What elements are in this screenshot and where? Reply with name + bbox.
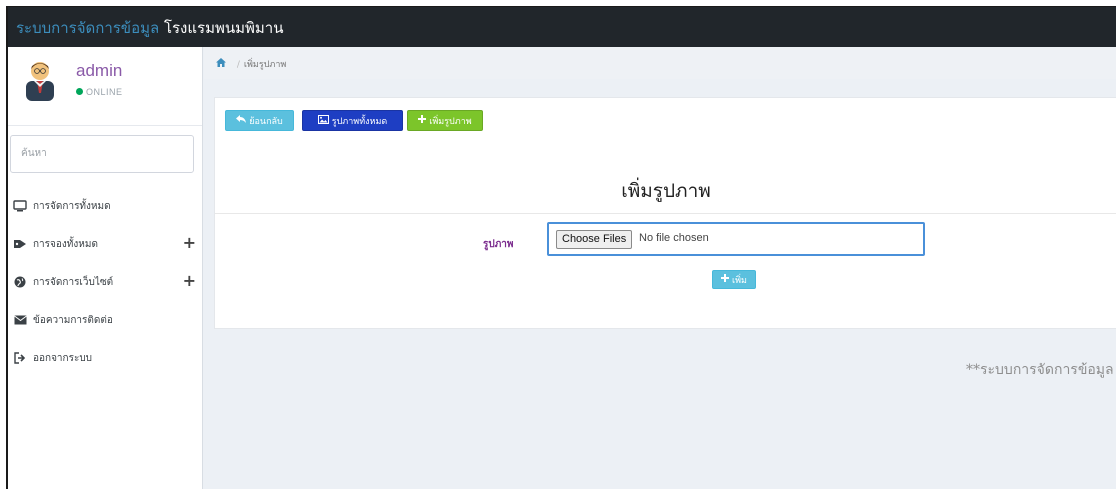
add-image-button[interactable]: เพิ่มรูปภาพ xyxy=(407,110,483,131)
submit-add-button-label: เพิ่ม xyxy=(732,275,747,286)
reply-icon xyxy=(236,115,247,126)
brand-system-name: ระบบการจัดการข้อมูล xyxy=(16,19,160,37)
sidebar-item-label: ออกจากระบบ xyxy=(33,352,93,364)
add-image-button-label: เพิ่มรูปภาพ xyxy=(429,116,472,127)
online-indicator-icon xyxy=(76,88,83,95)
sidebar-search-input[interactable]: ค้นหา xyxy=(10,135,194,173)
sidebar: admin ONLINE ค้นหา การจัดการทั้งหมด การจ… xyxy=(8,47,203,489)
sign-out-icon xyxy=(12,351,28,365)
sidebar-item-contact-messages[interactable]: ข้อความการติดต่อ xyxy=(8,301,202,339)
footer-text: **ระบบการจัดการข้อมูล โรงแรมพนมพิมาน xyxy=(966,362,1116,378)
expand-plus-icon[interactable]: + xyxy=(183,235,196,251)
sidebar-item-all-management[interactable]: การจัดการทั้งหมด xyxy=(8,187,202,225)
plus-icon xyxy=(721,274,730,285)
user-panel: admin ONLINE xyxy=(8,47,202,126)
user-status-text: ONLINE xyxy=(86,87,123,97)
sidebar-item-website-management[interactable]: การจัดการเว็บไซต์ + xyxy=(8,263,202,301)
envelope-icon xyxy=(12,313,28,327)
sidebar-item-logout[interactable]: ออกจากระบบ xyxy=(8,339,202,377)
breadcrumb-current: เพิ่มรูปภาพ xyxy=(243,60,287,70)
home-icon[interactable] xyxy=(216,58,229,70)
tag-icon xyxy=(12,237,28,251)
expand-plus-icon[interactable]: + xyxy=(183,273,196,289)
all-images-button[interactable]: รูปภาพทั้งหมด xyxy=(302,110,403,131)
sidebar-menu: การจัดการทั้งหมด การจองทั้งหมด + การจัดก… xyxy=(8,187,202,377)
file-status-text: No file chosen xyxy=(639,232,709,244)
sidebar-item-label: การจัดการทั้งหมด xyxy=(33,200,111,212)
app-window: ระบบการจัดการข้อมูล โรงแรมพนมพิมาน admin… xyxy=(6,6,1116,489)
image-field-label: รูปภาพ xyxy=(483,239,514,250)
divider xyxy=(215,213,1116,214)
breadcrumb-separator: / xyxy=(236,60,240,70)
plus-icon xyxy=(418,115,427,126)
breadcrumb: / เพิ่มรูปภาพ xyxy=(204,47,1116,79)
submit-add-button[interactable]: เพิ่ม xyxy=(712,270,756,289)
desktop-icon xyxy=(12,199,28,213)
sidebar-item-label: การจัดการเว็บไซต์ xyxy=(33,276,114,288)
picture-icon xyxy=(317,114,329,127)
sidebar-item-label: การจองทั้งหมด xyxy=(33,238,98,250)
add-image-panel: ย้อนกลับ รูปภาพทั้งหมด เพิ่มรูปภาพ เพิ่ม… xyxy=(214,97,1116,329)
sidebar-item-all-bookings[interactable]: การจองทั้งหมด + xyxy=(8,225,202,263)
top-navbar: ระบบการจัดการข้อมูล โรงแรมพนมพิมาน xyxy=(8,7,1116,47)
back-button[interactable]: ย้อนกลับ xyxy=(225,110,294,131)
user-status: ONLINE xyxy=(76,87,123,97)
sidebar-item-label: ข้อความการติดต่อ xyxy=(33,314,113,326)
choose-files-button[interactable]: Choose Files xyxy=(556,230,633,249)
breadcrumb-trail: / เพิ่มรูปภาพ xyxy=(216,57,286,71)
all-images-button-label: รูปภาพทั้งหมด xyxy=(331,116,388,127)
image-file-input[interactable]: Choose Files No file chosen xyxy=(547,222,925,256)
brand-hotel-name: โรงแรมพนมพิมาน xyxy=(163,19,284,37)
avatar xyxy=(26,62,54,101)
app-brand[interactable]: ระบบการจัดการข้อมูล โรงแรมพนมพิมาน xyxy=(16,16,283,40)
page-title: เพิ่มรูปภาพ xyxy=(621,180,711,202)
user-name: admin xyxy=(76,61,123,80)
globe-icon xyxy=(12,275,28,289)
back-button-label: ย้อนกลับ xyxy=(249,116,283,127)
search-placeholder: ค้นหา xyxy=(21,148,47,159)
